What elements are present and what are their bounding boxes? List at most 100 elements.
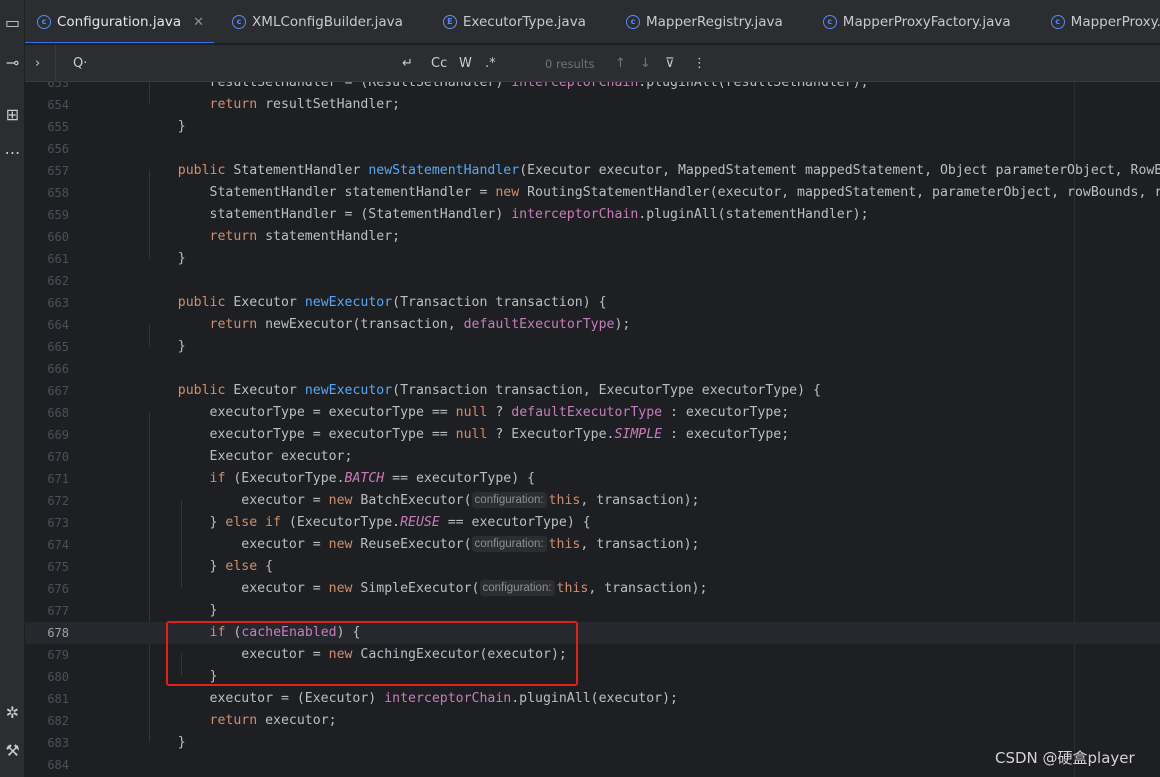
line-number[interactable]: 659 bbox=[25, 204, 69, 226]
code-token: newExecutor(transaction, bbox=[257, 317, 464, 332]
debug-icon[interactable]: ✲ bbox=[0, 700, 25, 724]
line-number[interactable]: 682 bbox=[25, 710, 69, 732]
code-line[interactable]: 656 bbox=[25, 138, 1160, 160]
code-line[interactable]: 664 return newExecutor(transaction, defa… bbox=[25, 314, 1160, 336]
line-number[interactable]: 670 bbox=[25, 446, 69, 468]
code-token: new bbox=[328, 537, 353, 552]
project-folder-icon[interactable]: ▭ bbox=[0, 10, 25, 34]
line-number[interactable]: 678 bbox=[25, 622, 69, 644]
tab-mapperproxyfactory-java[interactable]: c MapperProxyFactory.java bbox=[811, 0, 1021, 43]
code-line[interactable]: 671 if (ExecutorType.BATCH == executorTy… bbox=[25, 468, 1160, 490]
line-number[interactable]: 675 bbox=[25, 556, 69, 578]
code-line[interactable]: 672 executor = new BatchExecutor(configu… bbox=[25, 490, 1160, 512]
code-line[interactable]: 661 } bbox=[25, 248, 1160, 270]
match-case-button[interactable]: Cc bbox=[431, 45, 447, 82]
line-number[interactable]: 654 bbox=[25, 94, 69, 116]
code-text: } bbox=[146, 116, 186, 138]
code-line[interactable]: 657 public StatementHandler newStatement… bbox=[25, 160, 1160, 182]
line-number[interactable]: 679 bbox=[25, 644, 69, 666]
class-icon-glyph: c bbox=[1055, 17, 1061, 26]
line-number[interactable]: 664 bbox=[25, 314, 69, 336]
code-line[interactable]: 663 public Executor newExecutor(Transact… bbox=[25, 292, 1160, 314]
expand-replace-icon[interactable]: › bbox=[35, 45, 40, 82]
next-occurrence-icon[interactable]: ↓ bbox=[640, 45, 651, 82]
line-number[interactable]: 680 bbox=[25, 666, 69, 688]
code-line[interactable]: 669 executorType = executorType == null … bbox=[25, 424, 1160, 446]
code-line[interactable]: 681 executor = (Executor) interceptorCha… bbox=[25, 688, 1160, 710]
code-token: (ExecutorType. bbox=[280, 515, 401, 530]
line-number[interactable]: 673 bbox=[25, 512, 69, 534]
code-line[interactable]: 677 } bbox=[25, 600, 1160, 622]
search-icon[interactable]: Q· bbox=[73, 45, 87, 82]
code-line[interactable]: 674 executor = new ReuseExecutor(configu… bbox=[25, 534, 1160, 556]
line-number[interactable]: 665 bbox=[25, 336, 69, 358]
code-line[interactable]: 673 } else if (ExecutorType.REUSE == exe… bbox=[25, 512, 1160, 534]
line-number[interactable]: 683 bbox=[25, 732, 69, 754]
code-token: new bbox=[328, 581, 353, 596]
close-icon[interactable]: ✕ bbox=[193, 15, 204, 30]
line-number[interactable]: 656 bbox=[25, 138, 69, 160]
line-number[interactable]: 661 bbox=[25, 248, 69, 270]
newline-icon[interactable]: ↵ bbox=[402, 45, 413, 82]
regex-button[interactable]: .* bbox=[485, 45, 496, 82]
line-number[interactable]: 666 bbox=[25, 358, 69, 380]
code-line[interactable]: 655 } bbox=[25, 116, 1160, 138]
line-number[interactable]: 657 bbox=[25, 160, 69, 182]
more-options-icon[interactable]: ⋮ bbox=[693, 45, 706, 82]
code-line[interactable]: 659 statementHandler = (StatementHandler… bbox=[25, 204, 1160, 226]
line-number[interactable]: 669 bbox=[25, 424, 69, 446]
code-line[interactable]: 683 } bbox=[25, 732, 1160, 754]
line-number[interactable]: 674 bbox=[25, 534, 69, 556]
line-number[interactable]: 660 bbox=[25, 226, 69, 248]
tab-xmlconfigbuilder-java[interactable]: c XMLConfigBuilder.java bbox=[220, 0, 413, 43]
line-number[interactable]: 668 bbox=[25, 402, 69, 424]
line-number[interactable]: 663 bbox=[25, 292, 69, 314]
code-line[interactable]: 667 public Executor newExecutor(Transact… bbox=[25, 380, 1160, 402]
code-line[interactable]: 670 Executor executor; bbox=[25, 446, 1160, 468]
tab-mapperregistry-java[interactable]: c MapperRegistry.java bbox=[614, 0, 793, 43]
line-number[interactable]: 671 bbox=[25, 468, 69, 490]
code-token: executor = bbox=[146, 581, 329, 596]
code-line[interactable]: 654 return resultSetHandler; bbox=[25, 94, 1160, 116]
code-line[interactable]: 676 executor = new SimpleExecutor(config… bbox=[25, 578, 1160, 600]
line-number[interactable]: 653 bbox=[25, 82, 69, 94]
line-number[interactable]: 684 bbox=[25, 754, 69, 776]
build-icon[interactable]: ⚒ bbox=[0, 738, 25, 762]
code-line[interactable]: 668 executorType = executorType == null … bbox=[25, 402, 1160, 424]
line-number[interactable]: 658 bbox=[25, 182, 69, 204]
whole-words-button[interactable]: W bbox=[459, 45, 472, 82]
structure-icon[interactable]: ⊞ bbox=[0, 102, 25, 126]
code-token: new bbox=[328, 493, 353, 508]
code-line[interactable]: 665 } bbox=[25, 336, 1160, 358]
line-number[interactable]: 667 bbox=[25, 380, 69, 402]
more-tools-icon[interactable]: ⋯ bbox=[0, 140, 25, 164]
search-input[interactable] bbox=[89, 45, 389, 82]
commit-icon[interactable]: ⊸ bbox=[0, 50, 25, 74]
code-line[interactable]: 666 bbox=[25, 358, 1160, 380]
code-line[interactable]: 662 bbox=[25, 270, 1160, 292]
code-token: executor = bbox=[146, 493, 329, 508]
code-line[interactable]: 684 bbox=[25, 754, 1160, 776]
code-line[interactable]: 675 } else { bbox=[25, 556, 1160, 578]
line-number[interactable]: 662 bbox=[25, 270, 69, 292]
line-number[interactable]: 677 bbox=[25, 600, 69, 622]
line-number[interactable]: 676 bbox=[25, 578, 69, 600]
tool-window-strip: ▭ ⊸ ⊞ ⋯ ✲ ⚒ bbox=[0, 0, 25, 777]
line-number[interactable]: 672 bbox=[25, 490, 69, 512]
code-text: public StatementHandler newStatementHand… bbox=[146, 160, 1160, 182]
code-token: , transaction); bbox=[580, 537, 700, 552]
line-number[interactable]: 655 bbox=[25, 116, 69, 138]
previous-occurrence-icon[interactable]: ↑ bbox=[615, 45, 626, 82]
line-number[interactable]: 681 bbox=[25, 688, 69, 710]
code-line[interactable]: 660 return statementHandler; bbox=[25, 226, 1160, 248]
tab-mapperproxy-java[interactable]: c MapperProxy.java bbox=[1039, 0, 1160, 43]
code-text: executor = new BatchExecutor(configurati… bbox=[146, 490, 699, 512]
tab-configuration-java[interactable]: c Configuration.java ✕ bbox=[25, 0, 215, 43]
code-editor[interactable]: 653 resultSetHandler = (ResultSetHandler… bbox=[25, 82, 1160, 777]
tab-executortype-java[interactable]: E ExecutorType.java bbox=[431, 0, 596, 43]
code-line[interactable]: 658 StatementHandler statementHandler = … bbox=[25, 182, 1160, 204]
code-line[interactable]: 653 resultSetHandler = (ResultSetHandler… bbox=[25, 82, 1160, 94]
filter-icon[interactable]: ⊽ bbox=[665, 45, 675, 82]
code-line[interactable]: 682 return executor; bbox=[25, 710, 1160, 732]
